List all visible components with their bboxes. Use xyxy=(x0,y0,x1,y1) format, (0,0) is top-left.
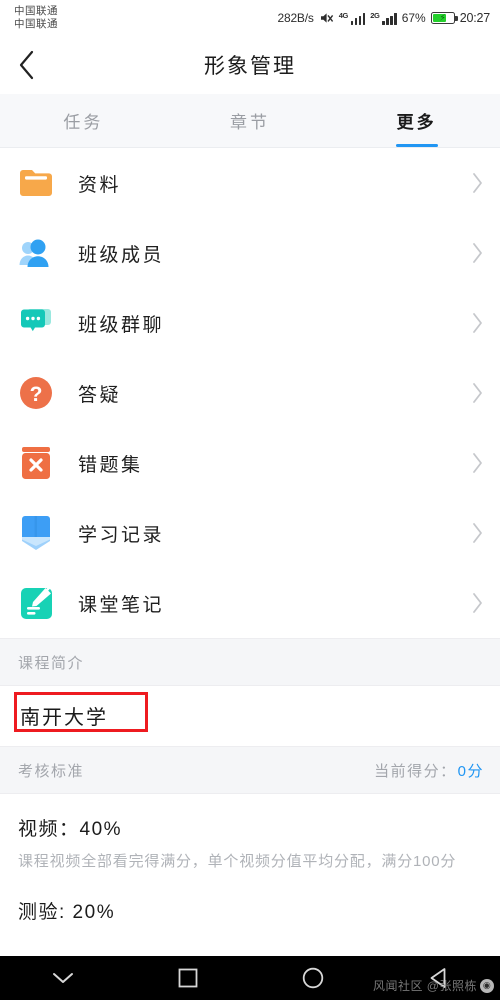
tab-chapters[interactable]: 章节 xyxy=(167,94,334,147)
battery-icon: ⚡ xyxy=(430,12,458,24)
current-score-value: 0分 xyxy=(457,762,484,780)
criteria-body: 视频：40% 课程视频全部看完得满分，单个视频分值平均分配，满分100分 测验:… xyxy=(0,794,500,925)
folder-icon xyxy=(18,165,54,201)
menu-item-wrong-questions-label: 错题集 xyxy=(78,454,143,476)
menu-item-class-notes[interactable]: 课堂笔记 xyxy=(0,568,500,638)
tab-tasks-underline xyxy=(62,144,104,148)
page-title: 形象管理 xyxy=(204,55,296,78)
status-indicators: 282B/s 4G 2G 67% ⚡ 20:27 xyxy=(277,10,491,26)
menu-item-wrong-questions[interactable]: 错题集 xyxy=(0,428,500,498)
tab-more-underline xyxy=(395,143,438,147)
chevron-right-icon xyxy=(471,592,484,614)
hide-navbar-button[interactable] xyxy=(0,956,125,1000)
tab-more[interactable]: 更多 xyxy=(333,94,500,147)
menu-list: 资料 班级成员 班级群聊 ? 答疑 错题集 学习记录 课堂笔记 xyxy=(0,148,500,638)
menu-item-study-record[interactable]: 学习记录 xyxy=(0,498,500,568)
menu-item-materials[interactable]: 资料 xyxy=(0,148,500,218)
menu-item-class-chat-label: 班级群聊 xyxy=(78,314,165,336)
university-name: 南开大学 xyxy=(20,707,108,729)
carrier-label: 中国联通 中国联通 xyxy=(14,5,58,31)
course-intro-body: 南开大学 xyxy=(0,686,500,746)
chevron-left-icon xyxy=(17,49,37,81)
mute-icon xyxy=(319,11,334,25)
system-navigation-bar: 风闻社区 @张照栋 ◉ xyxy=(0,956,500,1000)
chevron-right-icon xyxy=(471,382,484,404)
tab-tasks-label: 任务 xyxy=(63,113,104,132)
status-bar: 中国联通 中国联通 282B/s 4G 2G 67% ⚡ 20:27 xyxy=(0,0,500,36)
criteria-item-video-title: 视频：40% xyxy=(18,819,123,840)
signal-4g-label: 4G xyxy=(338,10,349,20)
watermark-text: 风闻社区 @张照栋 xyxy=(372,979,477,993)
tab-more-label: 更多 xyxy=(396,113,437,132)
weibo-icon: ◉ xyxy=(480,978,494,993)
battery-percent-label: 67% xyxy=(401,11,426,25)
recent-apps-button[interactable] xyxy=(125,956,250,1000)
chevron-right-icon xyxy=(471,312,484,334)
menu-item-class-chat[interactable]: 班级群聊 xyxy=(0,288,500,358)
square-icon xyxy=(178,968,198,988)
section-header-criteria: 考核标准 当前得分： 0分 xyxy=(0,746,500,794)
clock-label: 20:27 xyxy=(459,11,490,25)
svg-text:?: ? xyxy=(30,383,43,406)
watermark: 风闻社区 @张照栋 ◉ xyxy=(373,977,494,994)
charging-bolt-icon: ⚡ xyxy=(439,12,446,23)
menu-item-study-record-label: 学习记录 xyxy=(78,524,165,546)
carrier-line-2: 中国联通 xyxy=(14,18,58,30)
chevron-right-icon xyxy=(471,172,484,194)
study-book-icon xyxy=(18,515,54,551)
menu-item-materials-label: 资料 xyxy=(78,174,122,196)
tab-chapters-underline xyxy=(229,144,271,148)
home-button[interactable] xyxy=(250,956,375,1000)
section-header-course-intro: 课程简介 xyxy=(0,638,500,686)
people-icon xyxy=(18,235,54,271)
current-score-label: 当前得分： xyxy=(374,762,457,780)
section-header-course-intro-label: 课程简介 xyxy=(18,654,85,672)
carrier-line-1: 中国联通 xyxy=(14,4,58,17)
criteria-item-quiz-title: 测验: 20% xyxy=(18,902,116,924)
criteria-item-video-desc: 课程视频全部看完得满分，单个视频分值平均分配，满分100分 xyxy=(18,853,457,870)
chevron-right-icon xyxy=(471,452,484,474)
menu-item-class-members-label: 班级成员 xyxy=(78,244,165,266)
menu-item-qa[interactable]: ? 答疑 xyxy=(0,358,500,428)
question-mark-icon: ? xyxy=(18,375,54,411)
current-score: 当前得分： 0分 xyxy=(374,760,484,781)
menu-item-class-members[interactable]: 班级成员 xyxy=(0,218,500,288)
tab-tasks[interactable]: 任务 xyxy=(0,94,167,147)
signal-4g-icon: 4G xyxy=(338,10,366,25)
title-bar: 形象管理 xyxy=(0,36,500,94)
signal-2g-icon: 2G xyxy=(370,10,397,25)
chat-bubble-icon xyxy=(18,305,54,341)
tab-chapters-label: 章节 xyxy=(230,113,270,132)
tab-bar: 任务 章节 更多 xyxy=(0,94,500,148)
chevron-down-icon xyxy=(50,970,76,986)
section-header-criteria-label: 考核标准 xyxy=(18,762,85,780)
back-navigation-button[interactable] xyxy=(0,36,54,94)
network-speed-label: 282B/s xyxy=(277,11,314,25)
menu-item-class-notes-label: 课堂笔记 xyxy=(78,594,165,616)
menu-item-qa-label: 答疑 xyxy=(78,384,122,406)
error-book-icon xyxy=(18,445,54,481)
circle-icon xyxy=(302,967,324,989)
note-pencil-icon xyxy=(18,585,54,621)
signal-2g-label: 2G xyxy=(370,10,380,20)
phone-screen: 中国联通 中国联通 282B/s 4G 2G 67% ⚡ 20:27 形象管理 … xyxy=(0,0,500,1000)
chevron-right-icon xyxy=(471,522,484,544)
chevron-right-icon xyxy=(471,242,484,264)
